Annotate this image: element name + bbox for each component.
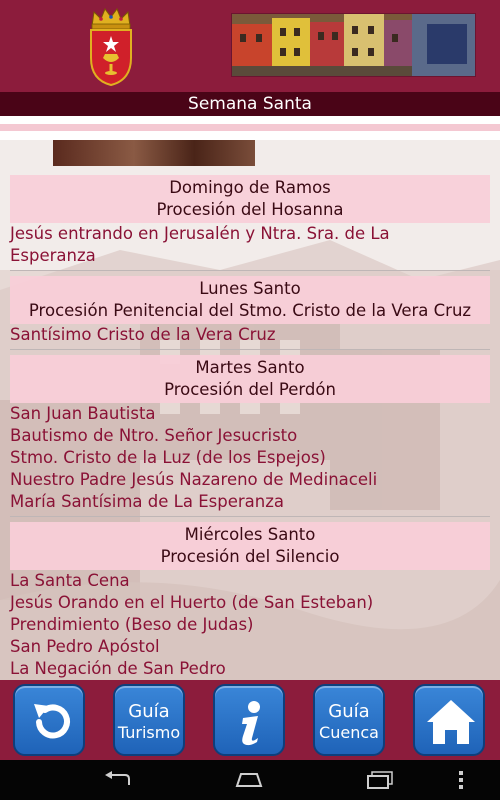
info-icon bbox=[242, 701, 260, 746]
list-item[interactable]: Jesús entrando en Jerusalén y Ntra. Sra.… bbox=[0, 223, 500, 245]
guia-turismo-label-1: Guía bbox=[128, 701, 170, 722]
procession-title: Procesión del Hosanna bbox=[156, 200, 344, 219]
list-item[interactable]: La Negación de San Pedro bbox=[0, 658, 500, 680]
guia-cuenca-button[interactable]: Guía Cuenca bbox=[313, 684, 385, 756]
guia-turismo-button[interactable]: Guía Turismo bbox=[113, 684, 185, 756]
list-item[interactable]: San Pedro Apóstol bbox=[0, 636, 500, 658]
system-back-icon[interactable] bbox=[103, 770, 133, 790]
list-item[interactable]: Bautismo de Ntro. Señor Jesucristo bbox=[0, 425, 500, 447]
home-button[interactable] bbox=[413, 684, 485, 756]
list-item[interactable]: María Santísima de La Esperanza bbox=[0, 491, 500, 513]
day-title: Domingo de Ramos bbox=[169, 178, 331, 197]
bottom-navigation: Guía Turismo Guía Cuenca bbox=[0, 680, 500, 760]
list-item[interactable]: Jesús Orando en el Huerto (de San Esteba… bbox=[0, 592, 500, 614]
separator bbox=[10, 516, 490, 517]
list-item[interactable]: Nuestro Padre Jesús Nazareno de Medinace… bbox=[0, 469, 500, 491]
processions-list: Domingo de Ramos Procesión del Hosanna J… bbox=[0, 170, 500, 680]
day-header: Domingo de Ramos Procesión del Hosanna bbox=[10, 175, 490, 223]
info-button[interactable] bbox=[213, 684, 285, 756]
home-icon bbox=[427, 700, 475, 744]
day-header: Lunes Santo Procesión Penitencial del St… bbox=[10, 276, 490, 324]
procession-title: Procesión Penitencial del Stmo. Cristo d… bbox=[28, 301, 472, 320]
list-item[interactable]: Esperanza bbox=[0, 245, 500, 267]
guia-turismo-label-2: Turismo bbox=[117, 723, 181, 742]
procession-title: Procesión del Silencio bbox=[160, 547, 340, 566]
list-item[interactable]: San Juan Bautista bbox=[0, 403, 500, 425]
day-title: Miércoles Santo bbox=[184, 525, 316, 544]
header-thumbnail-image bbox=[53, 140, 255, 166]
coat-of-arms-logo bbox=[90, 7, 132, 86]
content-scroll-area[interactable]: Domingo de Ramos Procesión del Hosanna J… bbox=[0, 140, 500, 680]
system-home-icon[interactable] bbox=[233, 772, 265, 788]
back-button[interactable] bbox=[13, 684, 85, 756]
list-item[interactable]: Stmo. Cristo de la Luz (de los Espejos) bbox=[0, 447, 500, 469]
day-title: Martes Santo bbox=[195, 358, 305, 377]
list-item[interactable]: Santísimo Cristo de la Vera Cruz bbox=[0, 324, 500, 346]
app-header bbox=[0, 0, 500, 92]
system-navigation-bar bbox=[0, 760, 500, 800]
list-item[interactable]: Prendimiento (Beso de Judas) bbox=[0, 614, 500, 636]
divider-strip bbox=[0, 116, 500, 140]
cuenca-houses-image bbox=[231, 13, 476, 77]
page-title: Semana Santa bbox=[0, 92, 500, 116]
list-item[interactable]: La Santa Cena bbox=[0, 570, 500, 592]
back-arrow-icon bbox=[34, 704, 70, 739]
day-title: Lunes Santo bbox=[199, 279, 301, 298]
procession-title: Procesión del Perdón bbox=[164, 380, 336, 399]
day-header: Martes Santo Procesión del Perdón bbox=[10, 355, 490, 403]
system-recents-icon[interactable] bbox=[366, 771, 394, 789]
day-header: Miércoles Santo Procesión del Silencio bbox=[10, 522, 490, 570]
guia-cuenca-label-2: Cuenca bbox=[319, 723, 379, 742]
system-menu-icon[interactable] bbox=[457, 770, 465, 790]
guia-cuenca-label-1: Guía bbox=[328, 701, 370, 722]
separator bbox=[10, 270, 490, 271]
separator bbox=[10, 349, 490, 350]
